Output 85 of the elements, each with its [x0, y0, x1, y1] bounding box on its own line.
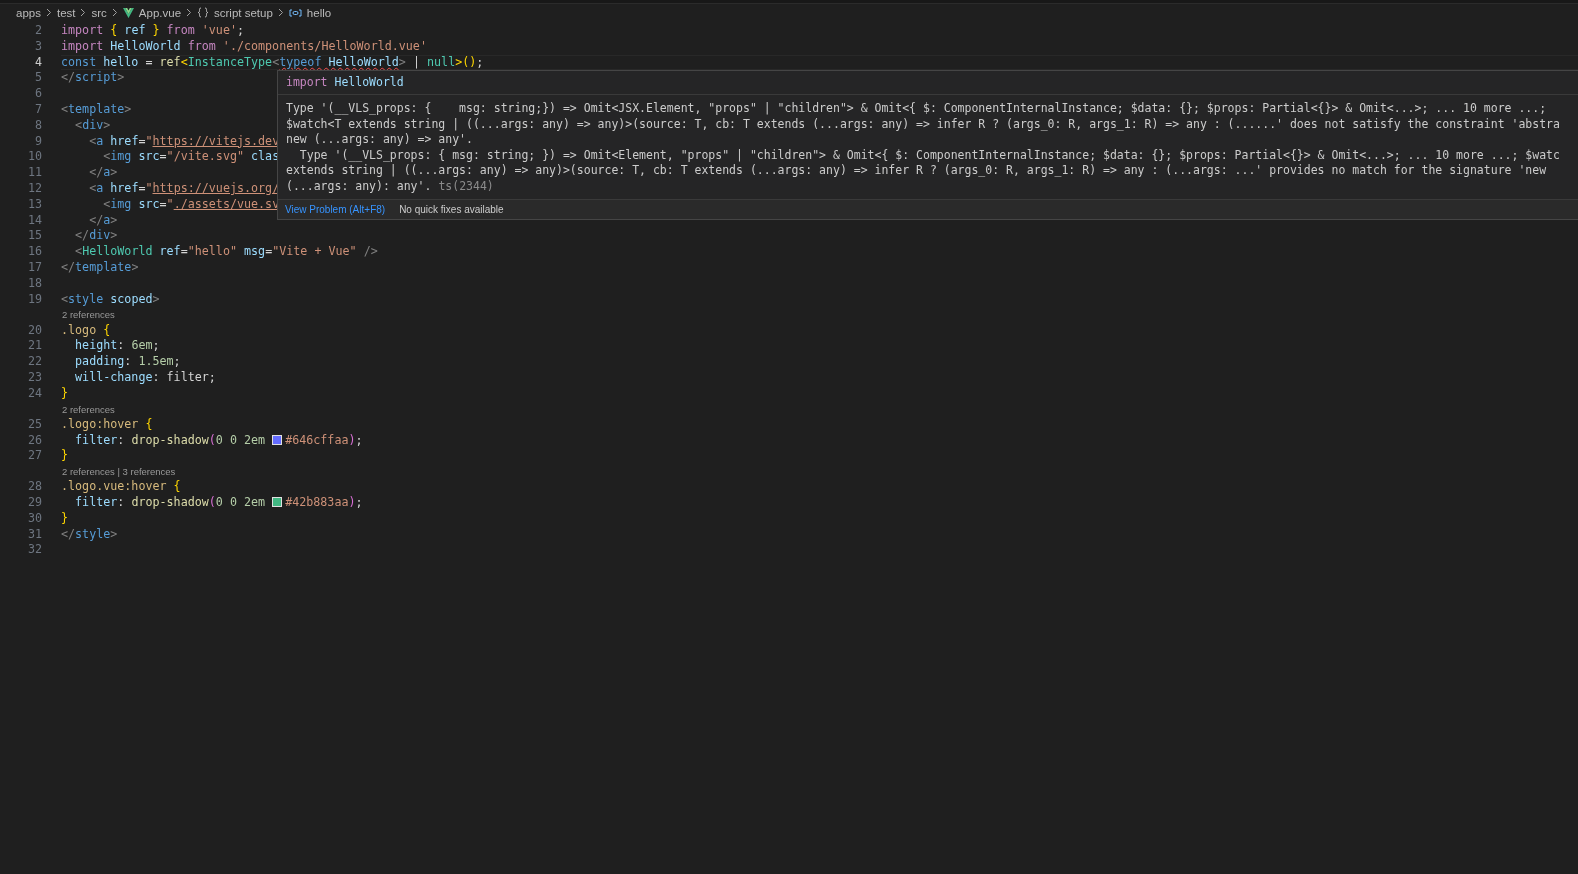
code-line: </script>	[61, 70, 125, 85]
line-number: 21	[27, 338, 42, 353]
line-number: 2	[34, 23, 42, 37]
code-line: height: 6em;	[74, 338, 160, 353]
code-line: filter: drop-shadow(0 0 2em #646cffaa);	[74, 432, 363, 447]
chevron-icon	[45, 8, 52, 17]
line-number: 28	[27, 479, 42, 494]
breadcrumb-item[interactable]: script setup	[214, 6, 273, 19]
line-number: 23	[27, 369, 42, 384]
line-number: 4	[34, 54, 42, 69]
breadcrumb-item[interactable]: test	[56, 6, 76, 19]
breadcrumb-item[interactable]: hello	[306, 6, 332, 19]
line-number: 26	[27, 432, 42, 447]
line-number: 25	[27, 416, 42, 431]
chevron-icon	[186, 8, 193, 17]
code-line: </a>	[88, 212, 118, 227]
line-number: 11	[27, 165, 42, 180]
line-number: 17	[27, 259, 42, 274]
line-number: 18	[27, 275, 42, 290]
code-line: <a href="https://vitejs.dev	[88, 133, 280, 148]
line-number: 10	[27, 149, 42, 164]
line-number: 3	[34, 38, 42, 53]
code-line: <div>	[74, 117, 111, 132]
error-message-line: new (...args: any) => any'.	[286, 132, 473, 147]
code-line: </template>	[61, 259, 139, 274]
breadcrumb-item[interactable]: apps	[16, 6, 41, 19]
line-number: 32	[27, 542, 42, 557]
code-line: }	[61, 510, 69, 525]
code-line: .logo:hover {	[61, 416, 153, 431]
references-link[interactable]: 2 references | 3 references	[62, 466, 176, 478]
code-line: </div>	[74, 228, 118, 243]
code-line: .logo {	[61, 322, 111, 337]
line-number: 6	[34, 86, 42, 101]
line-number: 16	[27, 244, 42, 259]
code-line: import { ref } from 'vue';	[61, 23, 244, 37]
code-line: }	[61, 385, 69, 400]
quick-fix-note: No quick fixes available	[399, 203, 504, 215]
line-number: 8	[34, 117, 42, 132]
code-line: will-change: filter;	[74, 369, 216, 384]
line-number: 30	[27, 510, 42, 525]
line-number: 22	[27, 354, 42, 369]
code-line: <template>	[61, 102, 132, 116]
references-link[interactable]: 2 references	[62, 403, 115, 415]
code-line: <img src="./assets/vue.sv	[102, 196, 280, 211]
line-number: 20	[27, 322, 42, 337]
error-message-line: (...args: any): any'.	[286, 178, 432, 193]
error-message-line: Type '(__VLS_props: { msg: string;}) => Omit<JSX.Element, "props" | "children"> & Omit<{ $: ComponentInternalInstance; $data: {}; $props: Partial<{}> & Omit<...>; ... 10 more ...;	[286, 101, 1547, 115]
line-number: 5	[34, 70, 42, 85]
chevron-icon	[111, 8, 118, 17]
error-message-line: extends string | ((...args: any) => any)>(source: T, cb: T extends (...args: any) => infer R ? (args_0: R, args_1: R) => any : (...args: ...' provides no match for the signature 'new	[286, 163, 1547, 178]
line-number: 24	[27, 385, 42, 400]
line-number: 27	[27, 448, 42, 463]
line-number: 19	[27, 291, 42, 306]
line-number: 15	[27, 228, 42, 243]
code-line: padding: 1.5em;	[74, 354, 181, 369]
view-problem-link[interactable]: View Problem (Alt+F8)	[285, 203, 386, 215]
code-line: <a href="https://vuejs.org/	[88, 180, 280, 195]
code-line: <HelloWorld ref="hello" msg="Vite + Vue" />	[74, 244, 378, 259]
breadcrumb-item[interactable]: src	[91, 6, 107, 19]
line-number: 12	[27, 180, 42, 195]
line-number: 7	[34, 102, 42, 116]
code-line: const hello = ref<InstanceType<typeof HelloWorld> | null>();	[61, 54, 484, 69]
references-link[interactable]: 2 references	[62, 309, 115, 321]
line-number: 14	[27, 212, 42, 227]
chevron-icon	[277, 8, 284, 17]
code-line: import HelloWorld from './components/HelloWorld.vue'	[61, 38, 427, 53]
code-line: filter: drop-shadow(0 0 2em #42b883aa);	[74, 495, 363, 510]
hover-signature: import HelloWorld	[286, 75, 404, 89]
code-line: </a>	[88, 165, 118, 180]
braces-icon	[197, 7, 210, 18]
vue-logo-icon	[122, 7, 134, 18]
code-line: .logo.vue:hover {	[61, 479, 181, 494]
line-number: 31	[27, 526, 42, 541]
code-line: }	[61, 448, 69, 463]
code-line: <style scoped>	[61, 291, 160, 306]
breadcrumb-item[interactable]: App.vue	[138, 6, 182, 19]
error-code: ts(2344)	[438, 178, 494, 193]
chevron-icon	[80, 8, 87, 17]
variable-icon	[288, 7, 302, 18]
error-message-line: Type '(__VLS_props: { msg: string; }) => Omit<Element, "props" | "children"> & Omit<{ $: ComponentInternalInstance; $data: {}; $props: Partial<{}> & Omit<...>; ... 10 more ...; $watc	[298, 147, 1560, 162]
line-number: 29	[27, 495, 42, 510]
code-line: </style>	[61, 526, 118, 541]
line-number: 9	[34, 133, 42, 148]
error-message-line: $watch<T extends string | ((...args: any) => any)>(source: T, cb: T extends (...args: any) => infer R ? (args_0: R, args_1: R) => any : (......' does not satisfy the constraint 'abstra	[286, 116, 1560, 131]
line-number: 13	[27, 196, 42, 211]
